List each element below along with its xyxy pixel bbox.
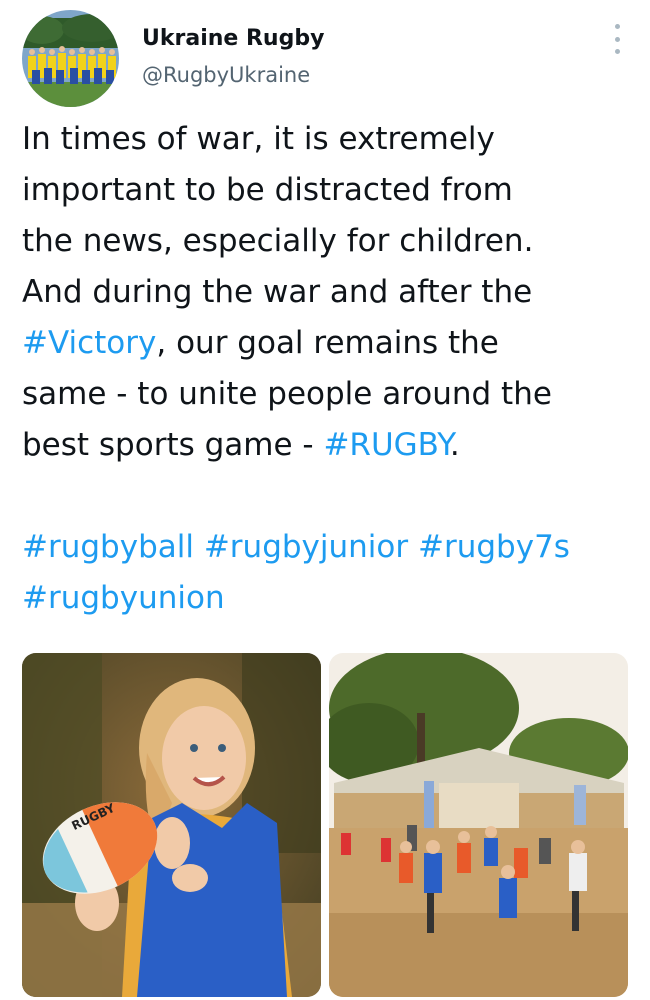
tweet-line: important to be distracted from xyxy=(22,172,513,208)
tweet-line-text: best sports game - xyxy=(22,427,324,463)
tweet-line-text: . xyxy=(449,427,460,463)
tweet-line: #Victory, our goal remains the xyxy=(22,318,632,369)
display-name[interactable]: Ukraine Rugby xyxy=(142,24,324,54)
hashtag-line: #rugbyball #rugbyjunior #rugby7s xyxy=(22,522,632,573)
tweet-line: best sports game - #RUGBY. xyxy=(22,420,632,471)
hashtag-victory[interactable]: #Victory xyxy=(22,325,156,361)
tweet-line: In times of war, it is extremely xyxy=(22,121,495,157)
hashtag-rugby[interactable]: #RUGBY xyxy=(323,427,449,463)
tweet-line: the news, especially for children. xyxy=(22,223,534,259)
hashtag-line: #rugbyunion xyxy=(22,573,632,624)
photo-kids-playing[interactable] xyxy=(329,653,628,997)
tweet-header: Ukraine Rugby @RugbyUkraine xyxy=(22,10,632,110)
account-handle[interactable]: @RugbyUkraine xyxy=(142,60,324,90)
tweet-line-text: , our goal remains the xyxy=(156,325,499,361)
hashtag-rugbyball[interactable]: #rugbyball xyxy=(22,529,194,565)
tweet-media: RUGBY xyxy=(22,653,628,997)
more-options-icon[interactable] xyxy=(610,24,624,54)
tweet-line: And during the war and after the xyxy=(22,274,533,310)
hashtag-rugbyunion[interactable]: #rugbyunion xyxy=(22,580,225,616)
account-names: Ukraine Rugby @RugbyUkraine xyxy=(142,24,324,90)
photo-girl-with-ball[interactable]: RUGBY xyxy=(22,653,321,997)
tweet-text: In times of war, it is extremely importa… xyxy=(22,114,632,624)
hashtag-rugby7s[interactable]: #rugby7s xyxy=(418,529,570,565)
avatar[interactable] xyxy=(22,10,119,107)
hashtag-rugbyjunior[interactable]: #rugbyjunior xyxy=(204,529,408,565)
tweet-line: same - to unite people around the xyxy=(22,376,552,412)
